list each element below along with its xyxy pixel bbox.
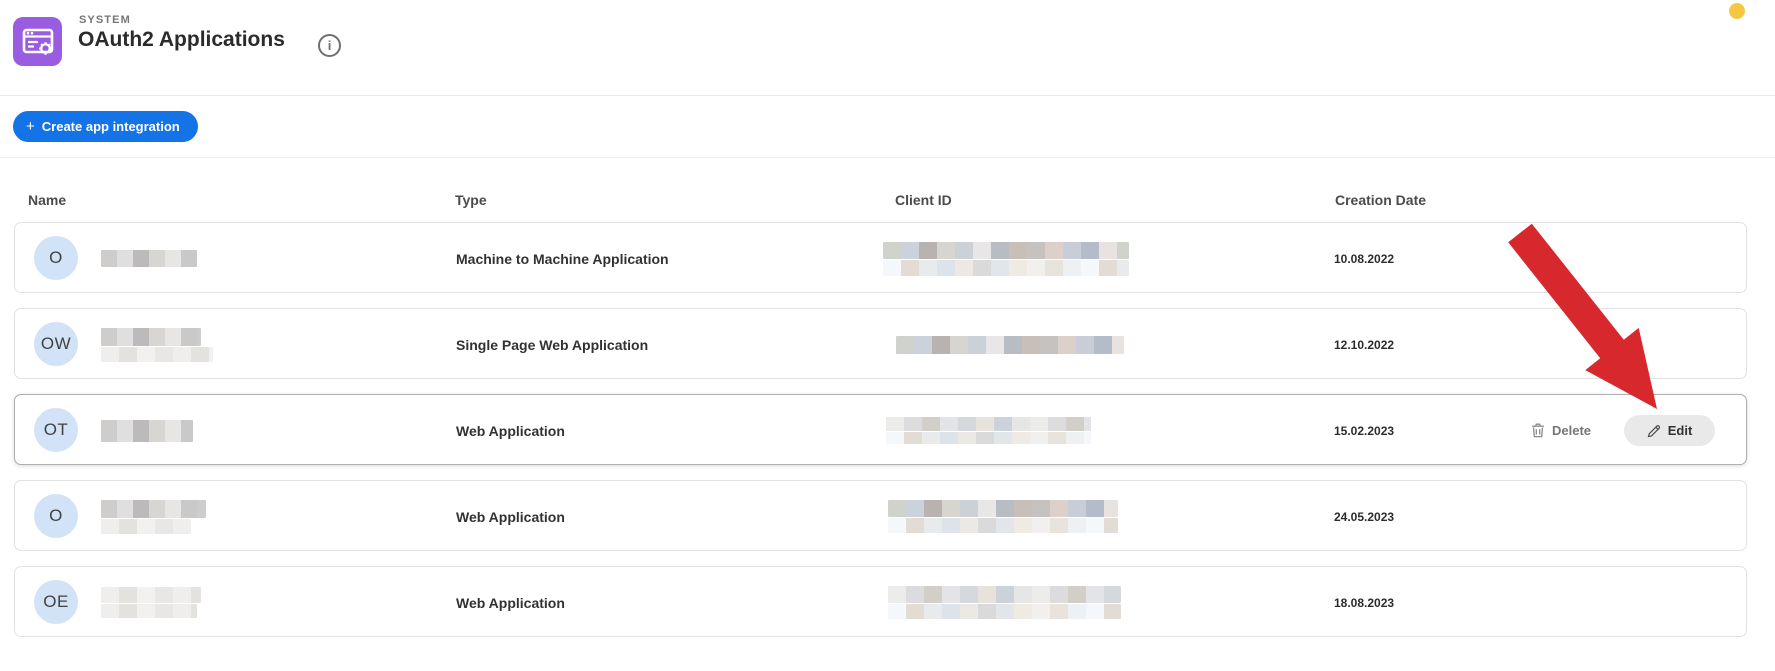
client-id-redacted — [888, 567, 1121, 638]
pencil-icon — [1647, 424, 1661, 438]
app-name-redacted — [101, 481, 206, 552]
avatar: OW — [34, 322, 78, 366]
status-dot — [1729, 3, 1745, 19]
app-name-redacted — [101, 567, 201, 638]
delete-button-label: Delete — [1552, 423, 1591, 438]
client-id-redacted — [886, 395, 1091, 466]
info-circle-icon[interactable]: i — [318, 34, 341, 57]
avatar: O — [34, 236, 78, 280]
client-id-redacted — [883, 223, 1129, 294]
column-header-type: Type — [455, 192, 487, 208]
edit-button[interactable]: Edit — [1624, 415, 1715, 446]
client-id-redacted — [896, 309, 1124, 380]
toolbar-divider — [0, 157, 1775, 158]
table-row[interactable]: OT Web Application 15.02.2023 Delete — [14, 394, 1747, 465]
app-type: Web Application — [456, 395, 565, 466]
column-header-client-id: Client ID — [895, 192, 952, 208]
create-button-label: Create app integration — [42, 119, 180, 134]
avatar: OT — [34, 408, 78, 452]
app-name-redacted — [101, 309, 213, 380]
creation-date: 18.08.2023 — [1334, 567, 1394, 638]
oauth2-applications-page: SYSTEM OAuth2 Applications i + Create ap… — [0, 0, 1775, 671]
creation-date: 24.05.2023 — [1334, 481, 1394, 552]
app-type: Single Page Web Application — [456, 309, 648, 380]
column-header-creation-date: Creation Date — [1335, 192, 1426, 208]
creation-date: 15.02.2023 — [1334, 395, 1394, 466]
app-name-redacted — [101, 223, 197, 294]
category-label: SYSTEM — [79, 14, 131, 26]
header-divider — [0, 95, 1775, 96]
edit-button-label: Edit — [1668, 423, 1693, 438]
creation-date: 10.08.2022 — [1334, 223, 1394, 294]
app-name-redacted — [101, 395, 193, 466]
table-row[interactable]: OE Web Application 18.08.2023 — [14, 566, 1747, 637]
table-row[interactable]: O Web Application 24.05.2023 — [14, 480, 1747, 551]
avatar: O — [34, 494, 78, 538]
table-row[interactable]: OW Single Page Web Application 12.10.202… — [14, 308, 1747, 379]
delete-button[interactable]: Delete — [1531, 415, 1591, 446]
app-type: Machine to Machine Application — [456, 223, 669, 294]
creation-date: 12.10.2022 — [1334, 309, 1394, 380]
plus-icon: + — [26, 118, 35, 135]
create-app-integration-button[interactable]: + Create app integration — [13, 111, 198, 142]
column-header-name: Name — [28, 192, 66, 208]
avatar: OE — [34, 580, 78, 624]
trash-icon — [1531, 423, 1545, 438]
table-row[interactable]: O Machine to Machine Application 10.08.2… — [14, 222, 1747, 293]
page-title: OAuth2 Applications — [78, 28, 285, 52]
app-type: Web Application — [456, 567, 565, 638]
client-id-redacted — [888, 481, 1118, 552]
app-type: Web Application — [456, 481, 565, 552]
browser-gear-icon — [13, 17, 62, 66]
